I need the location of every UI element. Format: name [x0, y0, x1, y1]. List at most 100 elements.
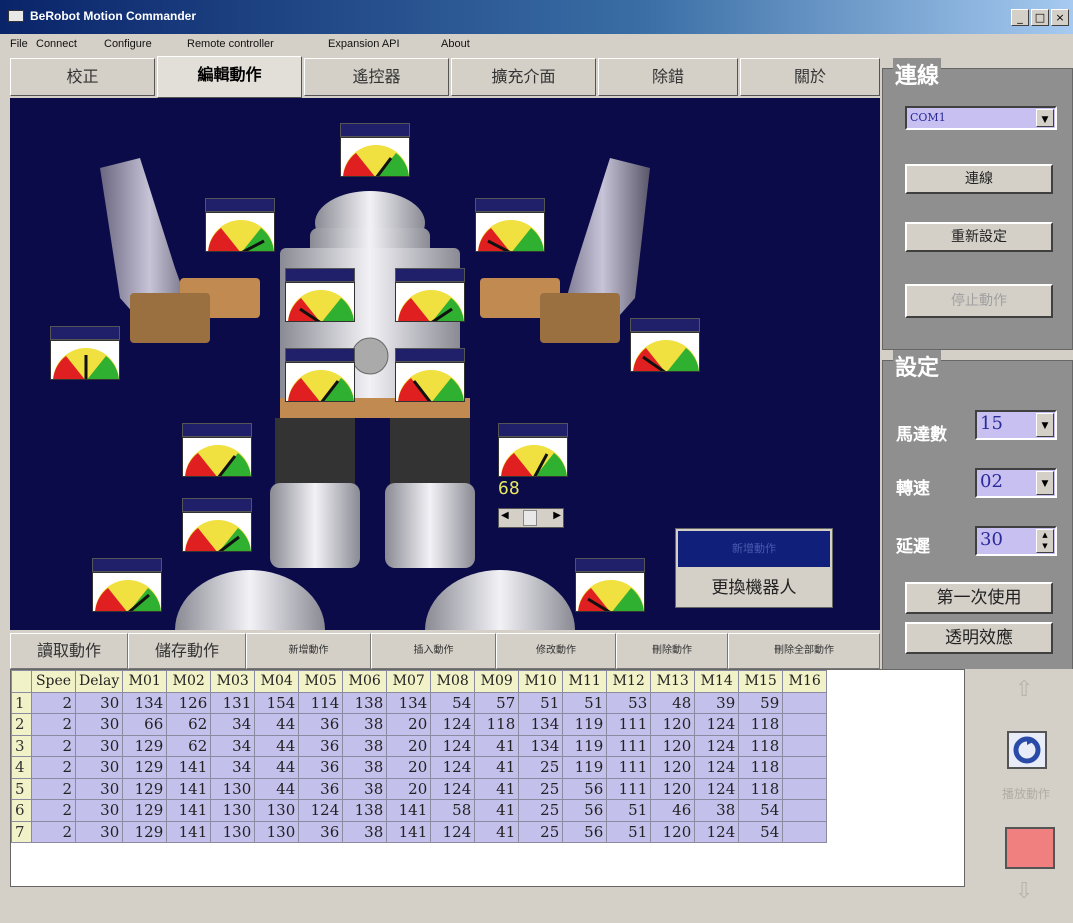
table-cell[interactable]: 30 [74, 713, 124, 736]
table-cell[interactable]: 20 [386, 713, 432, 736]
table-cell[interactable]: 154 [254, 691, 300, 714]
table-cell[interactable]: 30 [74, 777, 124, 800]
row-number[interactable]: 5 [11, 777, 32, 800]
servo-gauge[interactable] [575, 558, 645, 612]
table-row[interactable]: 1 2 30 134 126 131 154 114 138 134 54 57 51 51 53 48 39 5… [11, 691, 828, 714]
table-cell[interactable]: 36 [298, 820, 344, 843]
column-header[interactable]: M13 [650, 670, 696, 693]
menu-configure[interactable]: Configure [104, 38, 152, 50]
table-cell[interactable]: 59 [738, 691, 784, 714]
table-row[interactable]: 3 2 30 129 62 34 44 36 38 20 124 41 134 119 111 120 124 1… [11, 734, 828, 757]
table-cell[interactable]: 119 [562, 756, 608, 779]
table-cell[interactable]: 141 [166, 820, 212, 843]
servo-gauge[interactable] [285, 348, 355, 402]
motion-table[interactable]: Spee Delay M01 M02 M03 M04 M05 M06 M07 M08 M09 M10 M… [10, 669, 965, 887]
column-header[interactable]: Delay [74, 670, 124, 693]
table-cell[interactable]: 2 [31, 691, 76, 714]
table-cell[interactable]: 118 [474, 713, 520, 736]
table-cell[interactable]: 41 [474, 777, 520, 800]
table-cell[interactable]: 134 [518, 713, 564, 736]
table-cell[interactable]: 120 [650, 820, 696, 843]
table-cell[interactable]: 141 [166, 756, 212, 779]
table-cell[interactable]: 120 [650, 777, 696, 800]
servo-gauge[interactable] [92, 558, 162, 612]
table-cell[interactable]: 124 [430, 734, 476, 757]
up-arrow-icon[interactable]: ⇧ [1015, 677, 1033, 702]
first-use-button[interactable]: 第一次使用 [905, 582, 1053, 614]
servo-gauge[interactable] [395, 268, 465, 322]
play-icon[interactable] [1007, 731, 1047, 769]
table-cell[interactable]: 118 [738, 734, 784, 757]
tab-expansion[interactable]: 擴充介面 [451, 58, 596, 96]
table-cell[interactable]: 51 [518, 691, 564, 714]
table-row[interactable]: 7 2 30 129 141 130 130 36 38 141 124 41 25 56 51 120 124… [11, 820, 828, 843]
table-cell[interactable]: 2 [31, 734, 76, 757]
table-cell[interactable]: 124 [694, 820, 740, 843]
column-header[interactable]: M16 [782, 670, 828, 693]
table-cell[interactable]: 120 [650, 734, 696, 757]
table-cell[interactable]: 2 [31, 799, 76, 822]
table-cell[interactable]: 120 [650, 756, 696, 779]
table-cell[interactable]: 2 [31, 777, 76, 800]
save-action-button[interactable]: 儲存動作 [128, 633, 246, 669]
column-header[interactable]: M08 [430, 670, 476, 693]
table-cell[interactable]: 129 [122, 734, 168, 757]
table-cell[interactable]: 129 [122, 756, 168, 779]
table-cell[interactable]: 53 [606, 691, 652, 714]
servo-gauge[interactable] [630, 318, 700, 372]
column-header[interactable]: M02 [166, 670, 212, 693]
menu-expansion-api[interactable]: Expansion API [328, 38, 400, 50]
table-cell[interactable]: 129 [122, 820, 168, 843]
column-header[interactable]: M09 [474, 670, 520, 693]
table-cell[interactable] [782, 713, 828, 736]
column-header[interactable] [11, 670, 32, 693]
table-cell[interactable]: 34 [210, 734, 256, 757]
table-cell[interactable]: 2 [31, 713, 76, 736]
table-cell[interactable]: 36 [298, 734, 344, 757]
servo-gauge[interactable] [395, 348, 465, 402]
table-cell[interactable]: 51 [606, 820, 652, 843]
column-header[interactable]: M15 [738, 670, 784, 693]
load-action-button[interactable]: 讀取動作 [10, 633, 128, 669]
table-cell[interactable]: 62 [166, 734, 212, 757]
table-cell[interactable]: 38 [342, 777, 388, 800]
column-header[interactable]: M05 [298, 670, 344, 693]
servo-gauge[interactable] [182, 498, 252, 552]
table-cell[interactable] [782, 777, 828, 800]
chevron-down-icon[interactable]: ▼ [1036, 413, 1054, 437]
table-cell[interactable]: 20 [386, 756, 432, 779]
table-cell[interactable]: 30 [74, 756, 124, 779]
table-cell[interactable]: 111 [606, 713, 652, 736]
table-cell[interactable]: 124 [430, 713, 476, 736]
insert-action-button[interactable]: 插入動作 [371, 633, 496, 669]
column-header[interactable]: Spee [31, 670, 76, 693]
table-cell[interactable]: 25 [518, 799, 564, 822]
table-cell[interactable]: 34 [210, 713, 256, 736]
popup-add-action[interactable]: 新增動作 [678, 531, 830, 567]
table-cell[interactable] [782, 820, 828, 843]
connect-button[interactable]: 連線 [905, 164, 1053, 194]
table-cell[interactable]: 62 [166, 713, 212, 736]
table-cell[interactable]: 119 [562, 734, 608, 757]
row-number[interactable]: 7 [11, 820, 32, 843]
delete-action-button[interactable]: 刪除動作 [616, 633, 728, 669]
column-header[interactable]: M01 [122, 670, 168, 693]
table-cell[interactable]: 141 [386, 799, 432, 822]
table-cell[interactable]: 129 [122, 777, 168, 800]
close-button[interactable]: × [1051, 9, 1069, 26]
table-cell[interactable]: 141 [166, 799, 212, 822]
table-cell[interactable]: 124 [694, 777, 740, 800]
table-cell[interactable]: 44 [254, 734, 300, 757]
column-header[interactable]: M03 [210, 670, 256, 693]
row-number[interactable]: 3 [11, 734, 32, 757]
chevron-down-icon[interactable]: ▼ [1036, 109, 1054, 127]
table-cell[interactable]: 124 [430, 756, 476, 779]
menu-file[interactable]: File [10, 38, 28, 50]
table-cell[interactable]: 56 [562, 799, 608, 822]
table-cell[interactable]: 46 [650, 799, 696, 822]
popup-change-robot[interactable]: 更換機器人 [678, 571, 830, 605]
table-cell[interactable]: 2 [31, 820, 76, 843]
table-cell[interactable]: 111 [606, 756, 652, 779]
table-cell[interactable]: 118 [738, 777, 784, 800]
tab-edit-motion[interactable]: 編輯動作 [157, 56, 302, 98]
